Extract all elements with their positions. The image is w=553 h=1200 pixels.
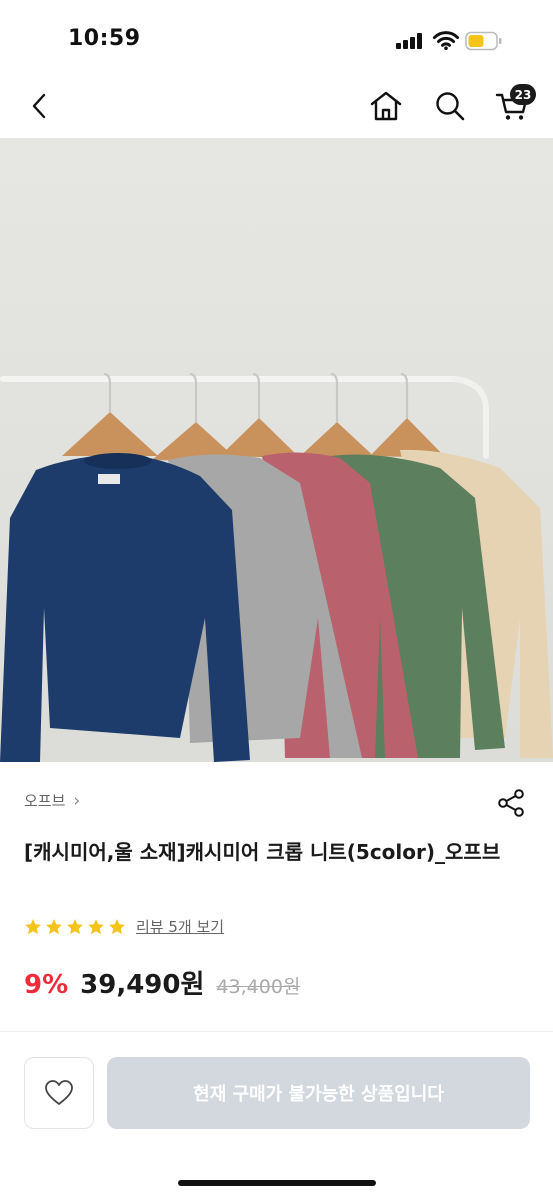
star-icon — [25, 918, 41, 934]
brand-name: 오프브 — [24, 792, 66, 810]
product-title: [캐시미어,울 소재]캐시미어 크롭 니트(5color)_오프브 — [24, 840, 501, 864]
cellular-signal-icon — [396, 33, 423, 49]
home-indicator — [178, 1180, 376, 1186]
wifi-icon — [433, 30, 459, 50]
star-icon — [109, 918, 125, 934]
sale-price: 39,490원 — [80, 970, 205, 1000]
wishlist-button[interactable] — [24, 1057, 94, 1129]
review-link[interactable]: 리뷰 5개 보기 — [136, 916, 224, 937]
battery-icon — [465, 31, 503, 51]
status-time: 10:59 — [68, 26, 141, 51]
status-bar: 10:59 — [0, 0, 553, 80]
bottom-divider — [0, 1031, 553, 1032]
rating-row: 리뷰 5개 보기 — [24, 916, 224, 937]
share-button[interactable] — [494, 786, 528, 820]
discount-rate: 9% — [24, 970, 69, 1000]
cart-count-badge: 23 — [510, 84, 536, 105]
home-icon — [370, 91, 402, 121]
star-rating — [24, 918, 126, 936]
brand-link[interactable]: 오프브 › — [24, 790, 80, 811]
star-icon — [67, 918, 83, 934]
search-icon — [436, 92, 465, 121]
chevron-left-icon — [32, 93, 46, 119]
original-price: 43,400원 — [216, 976, 301, 998]
chevron-right-icon: › — [73, 790, 81, 811]
buy-button-disabled[interactable]: 현재 구매가 불가능한 상품입니다 — [107, 1057, 530, 1129]
star-icon — [88, 918, 104, 934]
share-icon — [498, 789, 524, 817]
product-image[interactable] — [0, 138, 553, 762]
price-row: 9% 39,490원 43,400원 — [24, 964, 300, 1001]
heart-icon — [45, 1080, 73, 1105]
star-icon — [46, 918, 62, 934]
top-nav-bar — [0, 80, 553, 136]
back-button[interactable] — [20, 86, 60, 126]
home-button[interactable] — [366, 86, 406, 126]
search-button[interactable] — [430, 86, 470, 126]
